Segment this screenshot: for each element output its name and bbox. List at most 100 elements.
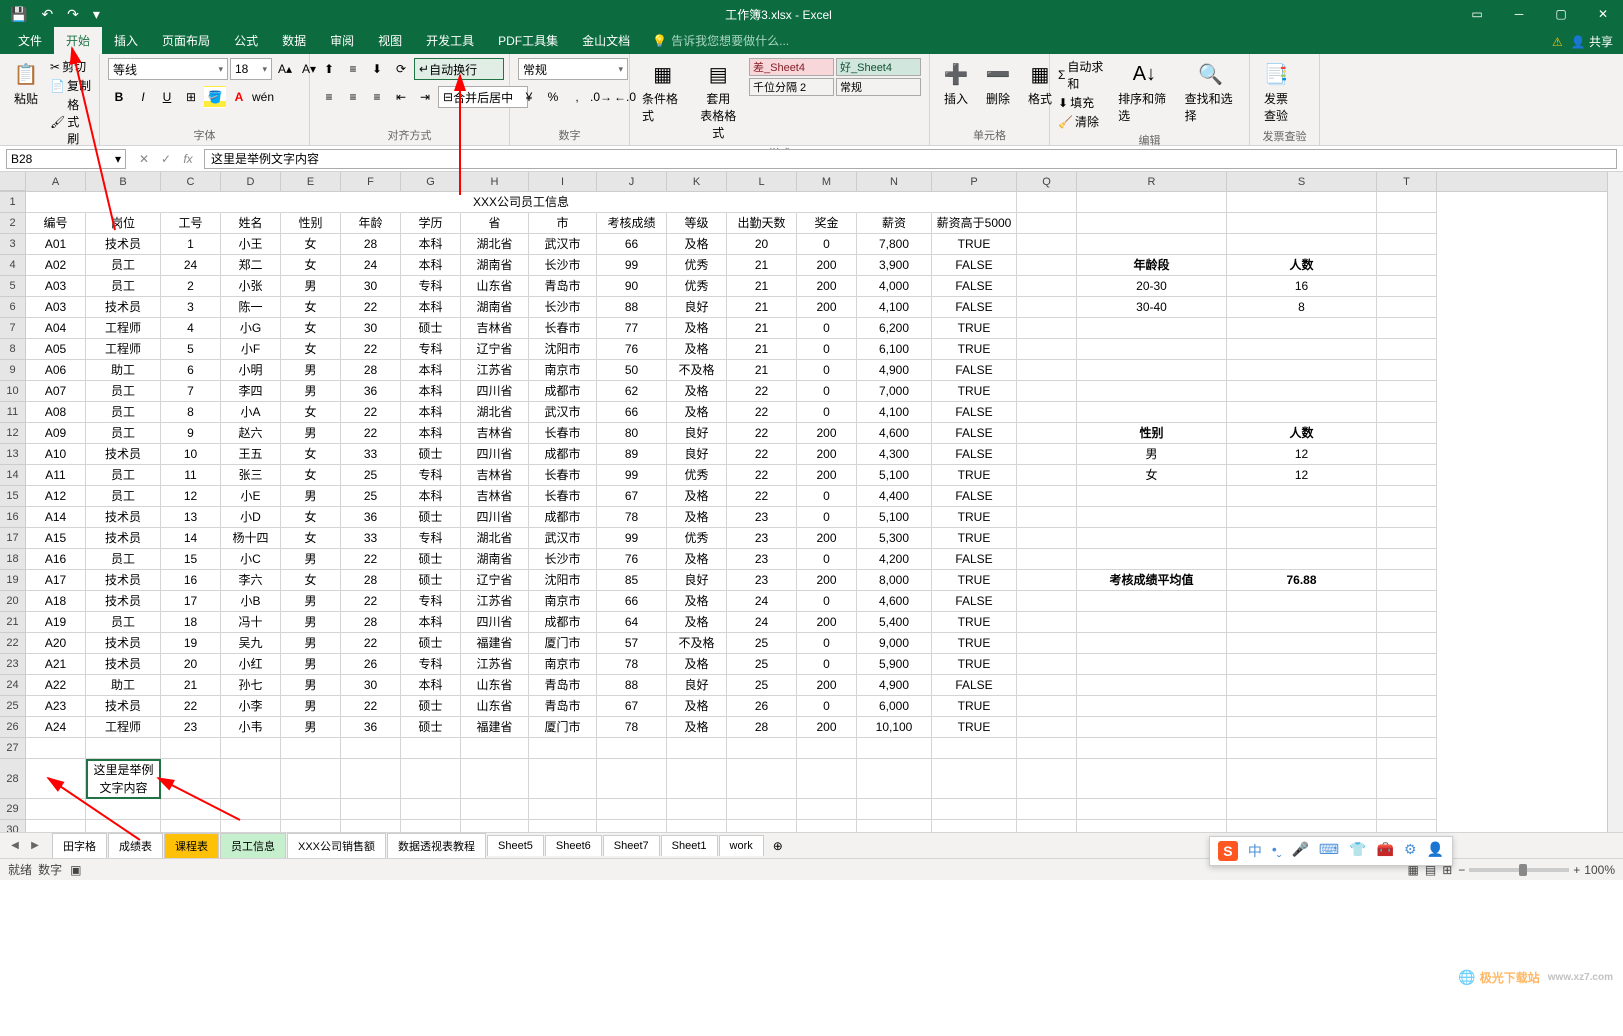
cell[interactable]: [341, 799, 401, 820]
table-cell[interactable]: 助工: [86, 360, 161, 381]
table-cell[interactable]: 吴九: [221, 633, 281, 654]
table-cell[interactable]: A22: [26, 675, 86, 696]
table-cell[interactable]: 28: [341, 570, 401, 591]
row-header-28[interactable]: 28: [0, 759, 26, 799]
zoom-level[interactable]: 100%: [1584, 863, 1615, 877]
table-cell[interactable]: 88: [597, 297, 667, 318]
clear-button[interactable]: 🧹 清除: [1058, 113, 1108, 130]
table-cell[interactable]: 本科: [401, 297, 461, 318]
table-cell[interactable]: 22: [341, 633, 401, 654]
conditional-format-button[interactable]: ▦条件格式: [638, 58, 688, 126]
table-cell[interactable]: 小A: [221, 402, 281, 423]
cell[interactable]: [221, 759, 281, 799]
cell[interactable]: [1077, 759, 1227, 799]
table-cell[interactable]: 陈一: [221, 297, 281, 318]
table-cell[interactable]: 硕士: [401, 444, 461, 465]
cell[interactable]: [1377, 528, 1437, 549]
table-cell[interactable]: 及格: [667, 696, 727, 717]
table-cell[interactable]: FALSE: [932, 402, 1017, 423]
table-cell[interactable]: 66: [597, 234, 667, 255]
table-cell[interactable]: 长春市: [529, 465, 597, 486]
cell[interactable]: [529, 799, 597, 820]
table-cell[interactable]: 女: [281, 318, 341, 339]
side-cell[interactable]: [1077, 486, 1227, 507]
table-cell[interactable]: 赵六: [221, 423, 281, 444]
cell[interactable]: [1377, 507, 1437, 528]
table-cell[interactable]: 及格: [667, 318, 727, 339]
table-cell[interactable]: 技术员: [86, 234, 161, 255]
table-header[interactable]: 年龄: [341, 213, 401, 234]
cell[interactable]: [1227, 213, 1377, 234]
table-cell[interactable]: 女: [281, 465, 341, 486]
table-cell[interactable]: 吉林省: [461, 465, 529, 486]
cell[interactable]: [857, 820, 932, 832]
table-cell[interactable]: 24: [161, 255, 221, 276]
table-cell[interactable]: 男: [281, 423, 341, 444]
cell[interactable]: [797, 759, 857, 799]
cell[interactable]: [932, 820, 1017, 832]
side-cell[interactable]: 人数: [1227, 423, 1377, 444]
formula-bar[interactable]: 这里是举例文字内容: [204, 149, 1617, 169]
cell[interactable]: [1017, 297, 1077, 318]
cell[interactable]: [1377, 318, 1437, 339]
table-cell[interactable]: 女: [281, 528, 341, 549]
table-cell[interactable]: 200: [797, 297, 857, 318]
tab-layout[interactable]: 页面布局: [150, 27, 222, 54]
currency-icon[interactable]: ¥: [518, 86, 540, 108]
table-cell[interactable]: 16: [161, 570, 221, 591]
side-cell[interactable]: [1077, 633, 1227, 654]
table-cell[interactable]: 青岛市: [529, 276, 597, 297]
table-cell[interactable]: 江苏省: [461, 654, 529, 675]
cell[interactable]: [1077, 738, 1227, 759]
cell[interactable]: [1377, 717, 1437, 738]
sheet-tab-5[interactable]: 数据透视表教程: [387, 833, 486, 858]
table-cell[interactable]: 硕士: [401, 570, 461, 591]
col-header-H[interactable]: H: [461, 172, 529, 191]
cell[interactable]: [401, 738, 461, 759]
table-cell[interactable]: 28: [341, 612, 401, 633]
table-cell[interactable]: 99: [597, 255, 667, 276]
row-header-25[interactable]: 25: [0, 696, 26, 717]
table-cell[interactable]: 厦门市: [529, 717, 597, 738]
cell[interactable]: [667, 820, 727, 832]
table-cell[interactable]: 15: [161, 549, 221, 570]
select-all-corner[interactable]: [0, 172, 26, 191]
table-cell[interactable]: 专科: [401, 528, 461, 549]
table-cell[interactable]: 6,000: [857, 696, 932, 717]
table-cell[interactable]: 36: [341, 507, 401, 528]
cell[interactable]: [1077, 213, 1227, 234]
table-cell[interactable]: 湖南省: [461, 297, 529, 318]
table-cell[interactable]: 24: [341, 255, 401, 276]
sheet-tab-2[interactable]: 课程表: [164, 833, 219, 858]
row-header-17[interactable]: 17: [0, 528, 26, 549]
indent-dec-icon[interactable]: ⇤: [390, 86, 412, 108]
cell[interactable]: [529, 738, 597, 759]
table-cell[interactable]: 女: [281, 297, 341, 318]
table-header[interactable]: 出勤天数: [727, 213, 797, 234]
table-cell[interactable]: 33: [341, 444, 401, 465]
col-header-K[interactable]: K: [667, 172, 727, 191]
cell[interactable]: [1017, 381, 1077, 402]
table-cell[interactable]: A10: [26, 444, 86, 465]
table-title[interactable]: XXX公司员工信息: [26, 192, 1017, 213]
table-cell[interactable]: FALSE: [932, 486, 1017, 507]
tab-kingsoft[interactable]: 金山文档: [570, 27, 642, 54]
table-cell[interactable]: 良好: [667, 297, 727, 318]
table-cell[interactable]: 技术员: [86, 507, 161, 528]
side-cell[interactable]: [1077, 654, 1227, 675]
table-cell[interactable]: 10: [161, 444, 221, 465]
ime-tool-icon[interactable]: 🧰: [1377, 841, 1394, 861]
table-cell[interactable]: A14: [26, 507, 86, 528]
table-cell[interactable]: 200: [797, 612, 857, 633]
side-cell[interactable]: [1227, 549, 1377, 570]
cell[interactable]: [932, 759, 1017, 799]
table-cell[interactable]: 23: [727, 528, 797, 549]
cell[interactable]: [1017, 360, 1077, 381]
style-bad[interactable]: 差_Sheet4: [749, 58, 834, 76]
table-cell[interactable]: 22: [727, 402, 797, 423]
cell[interactable]: [597, 799, 667, 820]
row-header-13[interactable]: 13: [0, 444, 26, 465]
table-cell[interactable]: TRUE: [932, 339, 1017, 360]
table-cell[interactable]: A08: [26, 402, 86, 423]
table-cell[interactable]: 女: [281, 507, 341, 528]
